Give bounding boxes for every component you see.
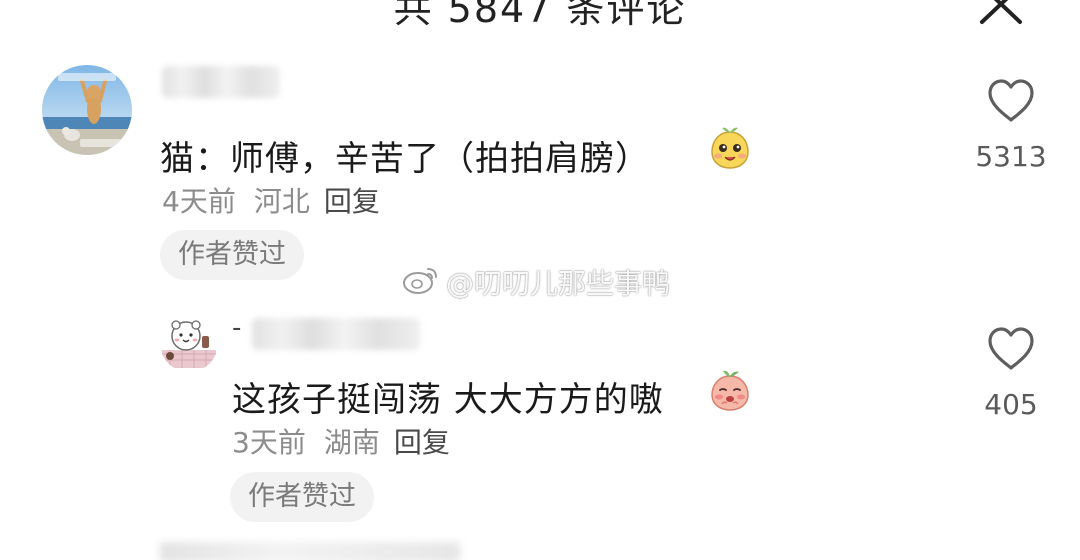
heart-outline-icon[interactable] (986, 78, 1036, 128)
cartoon-bear-avatar[interactable] (160, 314, 218, 372)
comment-location: 湖南 (323, 426, 380, 459)
comment-location: 河北 (253, 185, 310, 218)
close-icon[interactable] (978, 0, 1024, 26)
comments-panel: 共 5847 条评论 猫：师傅，辛苦了（拍拍肩膀） 4天前 河北 回复 作者赞过… (0, 0, 1080, 560)
heart-outline-icon[interactable] (986, 326, 1036, 376)
username-dash: - (232, 313, 242, 343)
weibo-icon (402, 263, 440, 302)
comment-text: 这孩子挺闯荡 大大方方的嗷 (232, 380, 664, 420)
peach-blush-emoji (708, 368, 752, 416)
yellow-smile-emoji (708, 126, 752, 174)
comment-meta: 4天前 河北 回复 (162, 180, 380, 220)
author-liked-badge: 作者赞过 (230, 472, 374, 522)
like-count: 405 (984, 388, 1038, 421)
cat-photo-avatar[interactable] (42, 65, 132, 155)
username-blurred[interactable] (162, 66, 280, 98)
comments-count-title: 共 5847 条评论 (393, 0, 687, 31)
reply-button[interactable]: 回复 (394, 426, 450, 459)
reply-button[interactable]: 回复 (324, 185, 380, 218)
watermark-text: @叨叨儿那些事鸭 (446, 267, 671, 300)
watermark: @叨叨儿那些事鸭 (402, 262, 670, 302)
like-count: 5313 (975, 140, 1047, 173)
next-comment-partial (160, 542, 460, 560)
username-blurred[interactable] (252, 318, 420, 350)
comment-time: 4天前 (162, 185, 236, 218)
comment-meta: 3天前 湖南 回复 (232, 421, 450, 461)
comment-text: 猫：师傅，辛苦了（拍拍肩膀） (160, 139, 650, 179)
comment-time: 3天前 (232, 426, 306, 459)
author-liked-badge: 作者赞过 (160, 230, 304, 280)
